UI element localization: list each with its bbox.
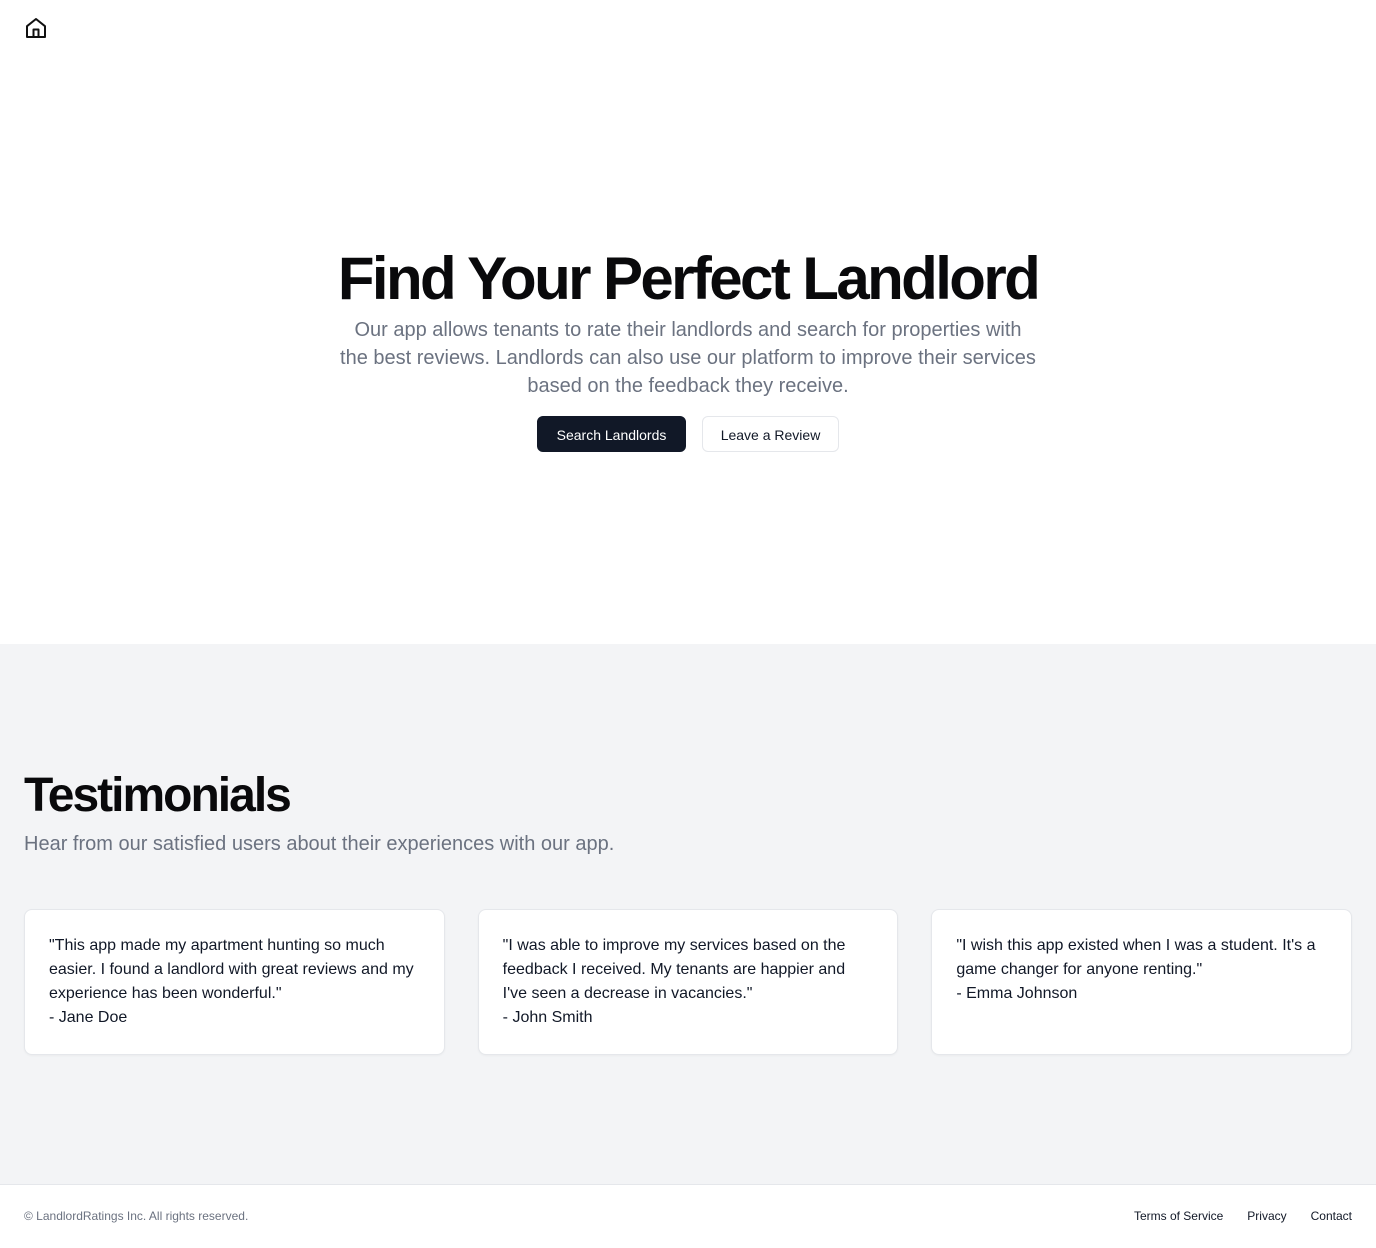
testimonial-card: "I was able to improve my services based… bbox=[477, 909, 899, 1055]
privacy-link[interactable]: Privacy bbox=[1247, 1208, 1286, 1224]
hero-section: Find Your Perfect Landlord Our app allow… bbox=[0, 56, 1376, 644]
testimonials-section: Testimonials Hear from our satisfied use… bbox=[0, 644, 1376, 1184]
search-landlords-button[interactable]: Search Landlords bbox=[537, 416, 686, 452]
leave-review-button[interactable]: Leave a Review bbox=[702, 416, 839, 452]
testimonial-author: - Jane Doe bbox=[49, 1009, 128, 1026]
footer-nav: Terms of Service Privacy Contact bbox=[1134, 1208, 1352, 1224]
testimonial-card: "This app made my apartment hunting so m… bbox=[24, 909, 445, 1055]
testimonials-subtitle: Hear from our satisfied users about thei… bbox=[24, 833, 615, 855]
top-bar bbox=[0, 0, 1376, 56]
home-icon bbox=[26, 18, 46, 38]
testimonial-quote: "This app made my apartment hunting so m… bbox=[49, 937, 414, 1002]
home-link[interactable] bbox=[24, 16, 48, 40]
footer: © LandlordRatings Inc. All rights reserv… bbox=[0, 1184, 1376, 1248]
testimonial-quote: "I was able to improve my services based… bbox=[502, 937, 846, 1002]
hero-title: Find Your Perfect Landlord bbox=[337, 245, 1041, 312]
terms-of-service-link[interactable]: Terms of Service bbox=[1134, 1208, 1223, 1224]
testimonial-quote: "I wish this app existed when I was a st… bbox=[956, 937, 1316, 978]
copyright-text: © LandlordRatings Inc. All rights reserv… bbox=[24, 1209, 249, 1223]
testimonial-author: - Emma Johnson bbox=[956, 985, 1078, 1002]
testimonial-author: - John Smith bbox=[502, 1009, 593, 1026]
testimonial-cards: "This app made my apartment hunting so m… bbox=[24, 909, 1353, 1055]
hero-description: Our app allows tenants to rate their lan… bbox=[340, 319, 1036, 397]
contact-link[interactable]: Contact bbox=[1311, 1208, 1352, 1224]
testimonial-card: "I wish this app existed when I was a st… bbox=[931, 909, 1353, 1055]
testimonials-title: Testimonials bbox=[24, 769, 292, 822]
hero-button-row: Search Landlords Leave a Review bbox=[0, 416, 1376, 452]
